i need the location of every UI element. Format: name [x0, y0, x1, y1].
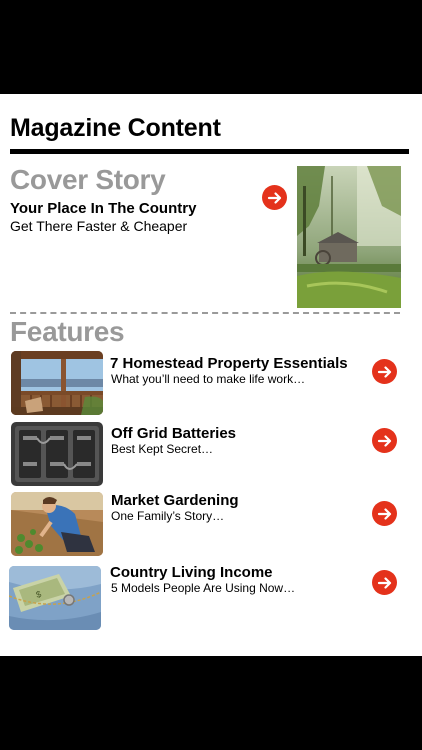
- feature-arrow-button[interactable]: [372, 501, 397, 526]
- features-heading: Features: [10, 316, 125, 347]
- arrow-right-icon: [377, 507, 391, 520]
- feature-title: Market Gardening: [111, 492, 239, 509]
- cover-story-arrow-button[interactable]: [262, 185, 287, 210]
- arrow-right-icon: [377, 365, 391, 378]
- section-divider: [10, 312, 400, 314]
- porch-view-photo: [11, 351, 103, 415]
- feature-arrow-button[interactable]: [372, 359, 397, 384]
- feature-thumbnail: $: [9, 566, 101, 630]
- page-title: Magazine Content: [10, 114, 221, 142]
- feature-thumbnail: [11, 492, 103, 556]
- feature-title: Off Grid Batteries: [111, 425, 237, 442]
- feature-arrow-button[interactable]: [372, 428, 397, 453]
- feature-subtitle: What you’ll need to make life work…: [111, 372, 306, 386]
- cover-story-image[interactable]: [297, 166, 401, 308]
- feature-item-gardening[interactable]: Market Gardening One Family’s Story…: [0, 492, 422, 558]
- feature-arrow-button[interactable]: [372, 570, 397, 595]
- arrow-right-icon: [267, 191, 281, 204]
- feature-thumbnail: [11, 351, 103, 415]
- feature-subtitle: Best Kept Secret…: [111, 442, 214, 456]
- feature-subtitle: 5 Models People Are Using Now…: [111, 581, 296, 595]
- feature-title: Country Living Income: [110, 564, 273, 581]
- cover-story-subtitle: Get There Faster & Cheaper: [10, 218, 188, 234]
- cover-story-title[interactable]: Your Place In The Country: [10, 200, 196, 217]
- feature-item-batteries[interactable]: Off Grid Batteries Best Kept Secret…: [0, 422, 422, 488]
- feature-subtitle: One Family’s Story…: [111, 509, 225, 523]
- denim-pocket-money-photo: $: [9, 566, 101, 630]
- arrow-right-icon: [377, 434, 391, 447]
- feature-item-homestead[interactable]: 7 Homestead Property Essentials What you…: [0, 351, 422, 417]
- title-divider: [10, 149, 409, 154]
- gardener-photo: [11, 492, 103, 556]
- feature-item-income[interactable]: $ Country Living Income 5 Models People …: [0, 564, 422, 632]
- magazine-content-screen: Magazine Content Cover Story Your Place …: [0, 94, 422, 656]
- feature-thumbnail: [11, 422, 103, 486]
- feature-title: 7 Homestead Property Essentials: [110, 355, 348, 372]
- cover-story-heading: Cover Story: [10, 164, 166, 195]
- arrow-right-icon: [377, 576, 391, 589]
- battery-bank-photo: [11, 422, 103, 486]
- mill-forest-photo: [297, 166, 401, 308]
